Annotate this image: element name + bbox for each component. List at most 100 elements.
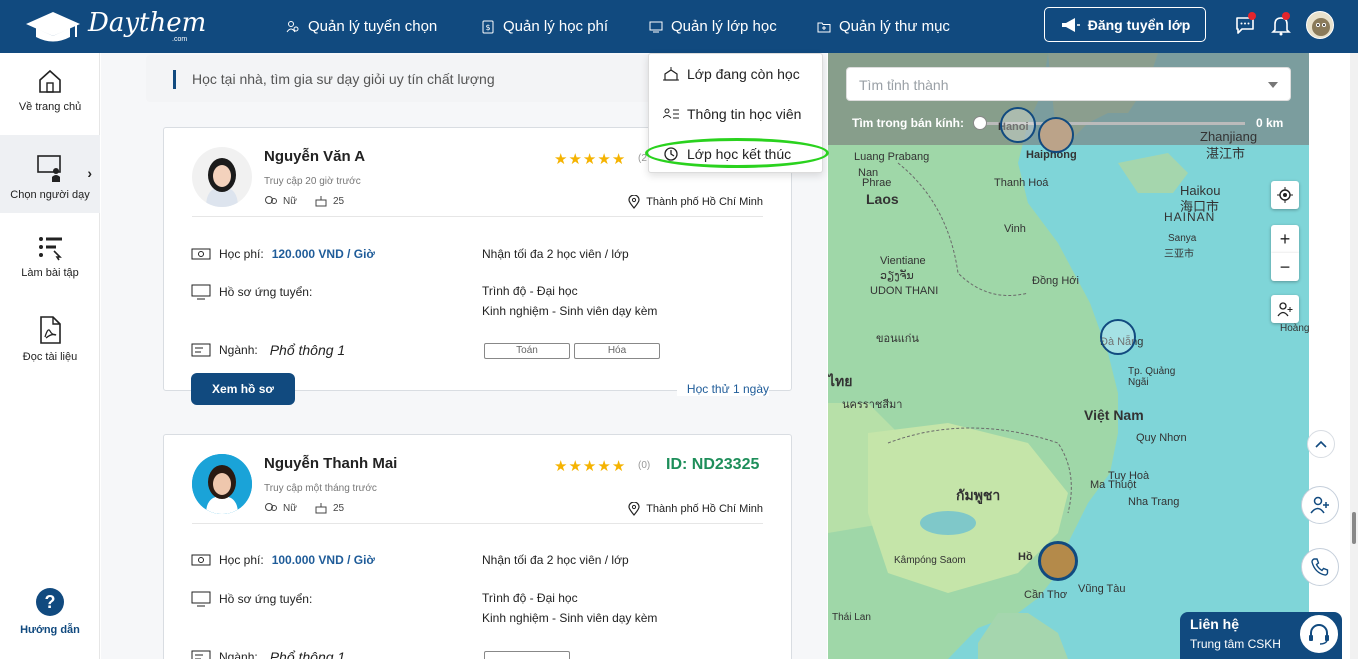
zoom-in-button[interactable]: +	[1271, 225, 1299, 253]
monitor-icon	[191, 591, 211, 607]
user-avatar[interactable]	[1306, 11, 1334, 39]
logo[interactable]: Daythem .com	[24, 6, 206, 46]
post-class-button[interactable]: Đăng tuyển lớp	[1044, 7, 1206, 42]
help-icon: ?	[36, 588, 64, 616]
tutor-card: Nguyễn Thanh Mai Truy cập một tháng trướ…	[163, 434, 792, 659]
map-label: Hoàng	[1280, 323, 1309, 334]
tutor-photo[interactable]	[192, 454, 252, 514]
tutor-map-pin[interactable]	[1038, 117, 1074, 153]
menu-item-active-classes[interactable]: Lớp đang còn học	[663, 66, 800, 82]
zoom-out-button[interactable]: −	[1271, 253, 1299, 281]
fee-label: Học phí:	[219, 553, 264, 567]
tutor-name[interactable]: Nguyễn Thanh Mai	[264, 455, 397, 472]
province-select[interactable]: Tìm tỉnh thành	[846, 67, 1291, 101]
major-value: Phổ thông 1	[269, 342, 346, 358]
map-label: Ma Thuột	[1090, 479, 1137, 491]
trial-link[interactable]: Học thử 1 ngày	[676, 382, 769, 396]
profile-label: Hồ sơ ứng tuyển:	[219, 592, 313, 606]
gender-value: Nữ	[283, 195, 297, 207]
radius-slider-handle[interactable]	[973, 116, 987, 130]
sidebar-item-exercise[interactable]: Làm bài tập	[0, 233, 100, 311]
fee-label: Học phí:	[219, 247, 264, 261]
map-panel[interactable]: Tìm tỉnh thành Tìm trong bán kính: 0 km …	[828, 53, 1309, 659]
major-label: Ngành:	[219, 343, 258, 357]
fee-value: 100.000 VND / Giờ	[271, 553, 375, 567]
sidebar-item-label: Đọc tài liệu	[22, 351, 78, 363]
location-text: Thành phố Hồ Chí Minh	[646, 196, 763, 208]
tutor-map-pin[interactable]	[1100, 319, 1136, 355]
map-label: Vinh	[1004, 223, 1026, 235]
add-user-map-button[interactable]	[1271, 295, 1299, 323]
sidebar-item-documents[interactable]: Đọc tài liệu	[0, 315, 100, 393]
nav-thu-muc[interactable]: Quản lý thư mục	[817, 0, 950, 53]
scroll-top-button[interactable]	[1307, 430, 1335, 458]
locate-me-button[interactable]	[1271, 181, 1299, 209]
brand-name: Daythem	[88, 8, 207, 38]
fee-row: Học phí: 120.000 VND / Giờ	[191, 247, 375, 261]
map-label: Thái Lan	[832, 612, 871, 623]
location-pin-icon	[628, 195, 640, 209]
tutor-location: Thành phố Hồ Chí Minh	[628, 195, 763, 209]
level: Trình độ - Đại học	[482, 284, 578, 298]
nav-lop-hoc[interactable]: Quản lý lớp học	[649, 0, 777, 53]
highlight-ring	[645, 138, 829, 168]
home-icon	[39, 69, 61, 93]
gender-value: Nữ	[283, 502, 297, 514]
star-icon: ★	[568, 151, 582, 168]
rating-stars: ★ ★ ★ ★ ★	[554, 457, 625, 475]
page-scrollbar[interactable]	[1350, 53, 1358, 659]
page-scrollbar-thumb[interactable]	[1352, 512, 1356, 544]
star-icon: ★	[582, 151, 597, 168]
support-widget[interactable]: Liên hệ Trung tâm CSKH	[1180, 612, 1342, 659]
province-placeholder: Tìm tỉnh thành	[859, 77, 949, 93]
profile-row: Hồ sơ ứng tuyển:	[191, 591, 312, 607]
tutor-name[interactable]: Nguyễn Văn A	[264, 148, 365, 165]
money-icon: $	[482, 20, 494, 33]
nav-label: Quản lý lớp học	[671, 18, 777, 35]
sidebar-item-label: Về trang chủ	[18, 101, 82, 113]
nav-tuyen-chon[interactable]: Quản lý tuyển chọn	[286, 0, 437, 53]
add-contact-button[interactable]	[1301, 486, 1339, 524]
menu-item-student-info[interactable]: Thông tin học viên	[663, 106, 801, 122]
monitor-icon	[191, 284, 211, 300]
support-title: Liên hệ	[1190, 616, 1240, 632]
sidebar-item-choose-tutor[interactable]: Chọn người dạy ›	[0, 135, 100, 213]
age: 25	[314, 502, 344, 514]
map-label: Nha Trang	[1128, 496, 1180, 508]
help-button[interactable]: ? Hướng dẫn	[0, 588, 100, 636]
map-label: Vũng Tàu	[1078, 583, 1126, 595]
map-label: Đồng Hới	[1032, 275, 1079, 287]
sidebar-item-home[interactable]: Về trang chủ	[0, 67, 100, 145]
star-half-icon: ★	[611, 151, 626, 168]
map-label: HAINAN	[1164, 210, 1216, 224]
post-class-label: Đăng tuyển lớp	[1087, 16, 1191, 33]
menu-item-label: Thông tin học viên	[687, 106, 802, 122]
search-banner-text: Học tại nhà, tìm gia sư dạy giỏi uy tín …	[192, 71, 495, 87]
add-user-icon	[1310, 496, 1329, 514]
certificate-icon	[191, 650, 211, 659]
chevron-right-icon: ›	[87, 165, 92, 181]
experience: Kinh nghiệm - Sinh viên dạy kèm	[482, 304, 658, 318]
tutor-photo[interactable]	[192, 147, 252, 207]
radius-value: 0 km	[1256, 116, 1284, 130]
tutor-map-pin[interactable]	[1000, 107, 1036, 143]
map-label: Zhanjiang	[1200, 129, 1258, 144]
level: Trình độ - Đại học	[482, 591, 578, 605]
tutor-map-pin[interactable]	[1038, 541, 1078, 581]
gender: Nữ	[264, 502, 297, 514]
map-label: Luang Prabang	[854, 151, 930, 163]
view-profile-button[interactable]: Xem hồ sơ	[191, 373, 295, 405]
major-row: Ngành: Phổ thông 1	[191, 342, 345, 358]
gender: Nữ	[264, 195, 297, 207]
rating-stars: ★ ★ ★ ★ ★	[554, 150, 625, 168]
map-label: Kâmpóng Saom	[894, 555, 966, 566]
graduation-cap-icon	[26, 12, 80, 42]
call-button[interactable]	[1301, 548, 1339, 586]
star-icon: ★	[554, 458, 568, 475]
capacity: Nhận tối đa 2 học viên / lớp	[482, 553, 629, 567]
nav-hoc-phi[interactable]: $ Quản lý học phí	[481, 0, 608, 53]
age: 25	[314, 195, 344, 207]
subject-tag: Hóa	[574, 343, 660, 359]
map-label: 三亚市	[1164, 249, 1194, 260]
radius-label: Tìm trong bán kính:	[852, 116, 964, 130]
